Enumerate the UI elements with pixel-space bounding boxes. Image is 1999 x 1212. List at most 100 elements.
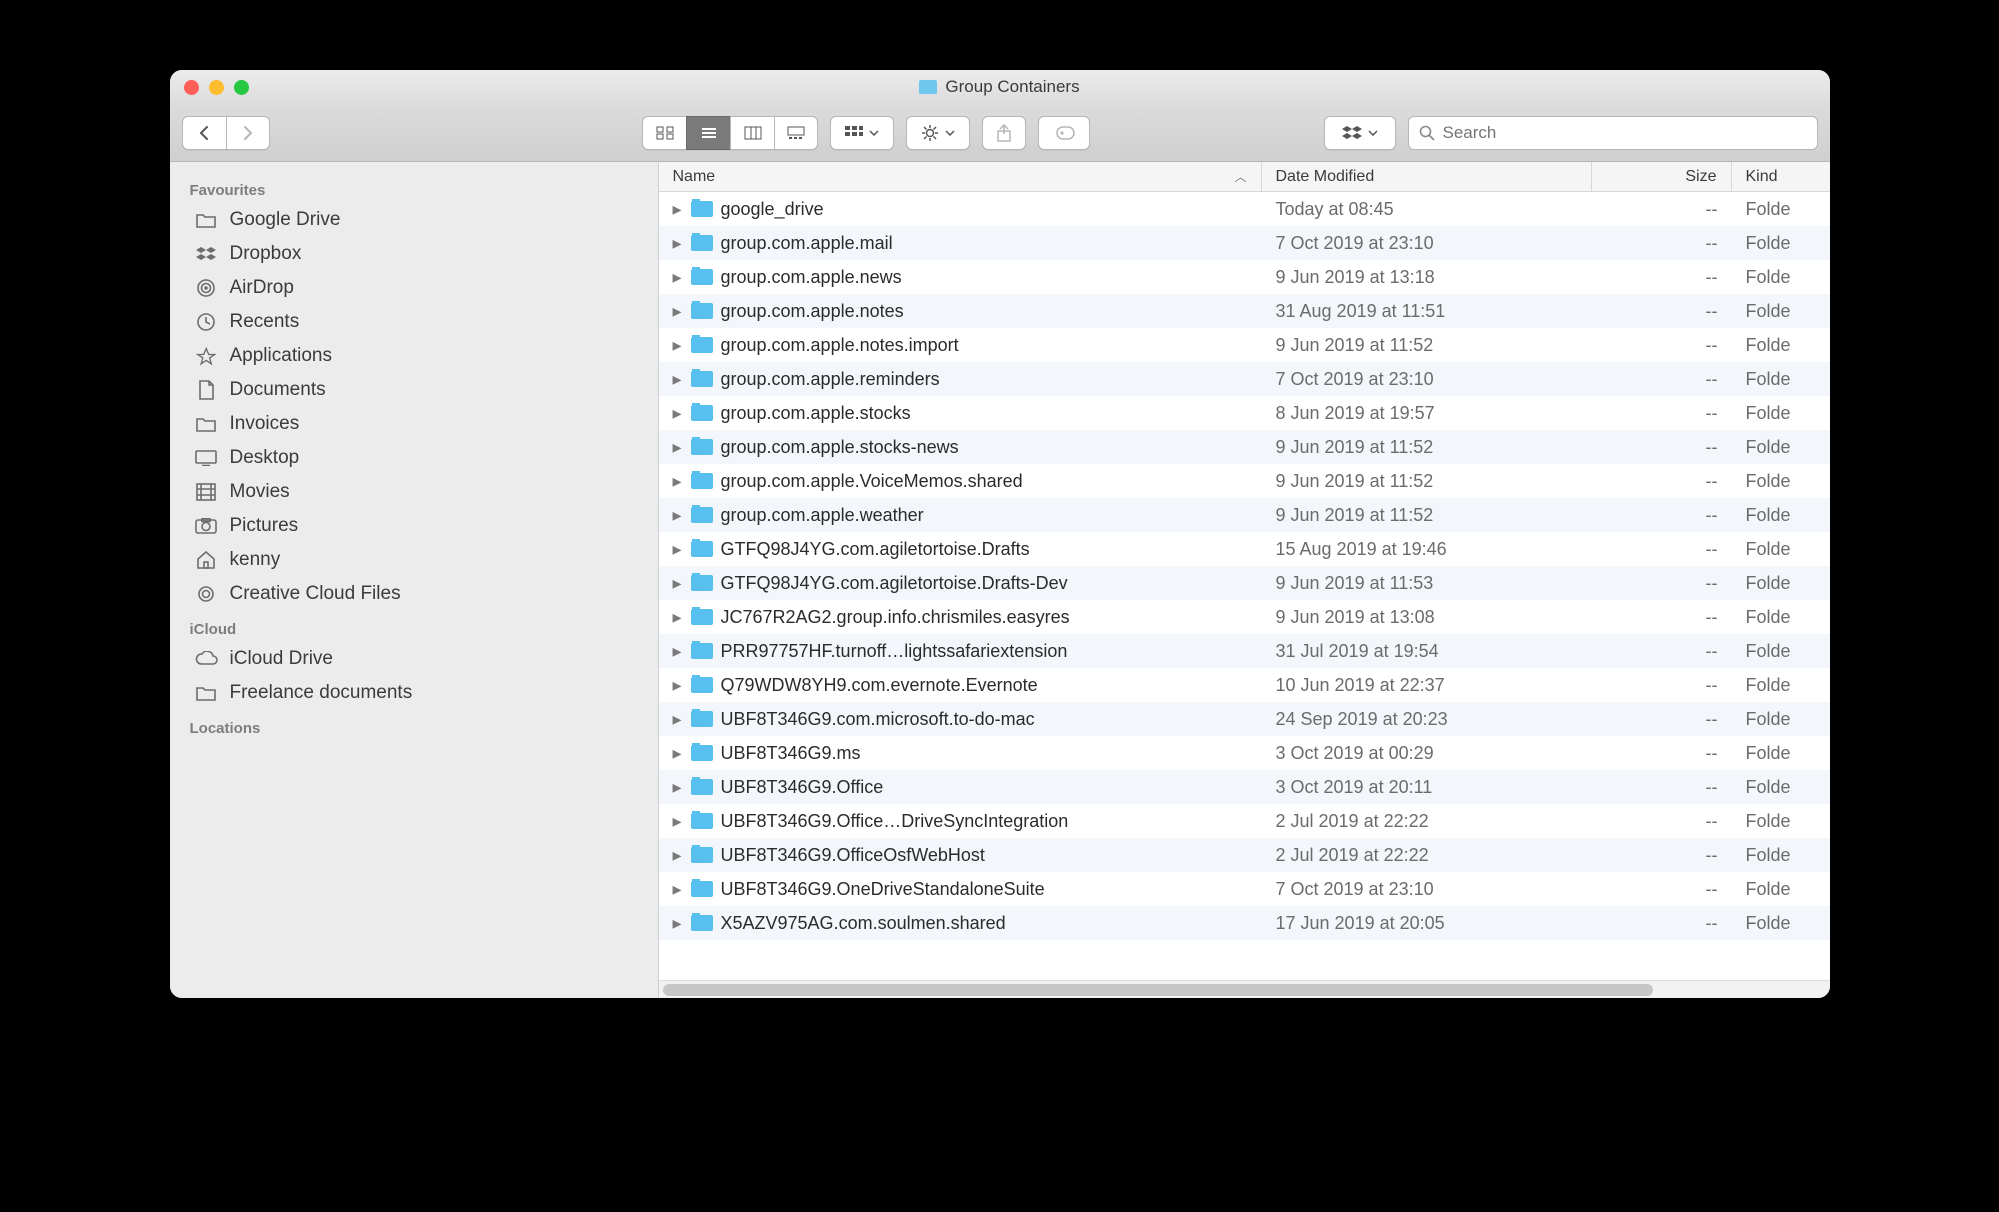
file-name: group.com.apple.reminders — [721, 369, 940, 390]
scrollbar-thumb[interactable] — [663, 984, 1653, 996]
column-header-date[interactable]: Date Modified — [1262, 162, 1592, 191]
disclosure-triangle-icon[interactable]: ▸ — [673, 505, 683, 526]
folder-icon — [691, 507, 713, 523]
file-size: -- — [1592, 607, 1732, 628]
file-kind: Folde — [1732, 743, 1830, 764]
disclosure-triangle-icon[interactable]: ▸ — [673, 675, 683, 696]
dropbox-toolbar-button[interactable] — [1324, 116, 1396, 150]
column-header-name[interactable]: Name ︿ — [659, 162, 1262, 191]
table-row[interactable]: ▸group.com.apple.stocks-news9 Jun 2019 a… — [659, 430, 1830, 464]
view-columns-button[interactable] — [730, 116, 774, 150]
share-button[interactable] — [982, 116, 1026, 150]
file-date: 9 Jun 2019 at 11:53 — [1262, 573, 1592, 594]
table-row[interactable]: ▸UBF8T346G9.OneDriveStandaloneSuite7 Oct… — [659, 872, 1830, 906]
disclosure-triangle-icon[interactable]: ▸ — [673, 437, 683, 458]
sidebar-item-label: Applications — [230, 345, 332, 367]
disclosure-triangle-icon[interactable]: ▸ — [673, 369, 683, 390]
close-button[interactable] — [184, 80, 199, 95]
file-size: -- — [1592, 267, 1732, 288]
search-input[interactable] — [1443, 123, 1807, 143]
table-row[interactable]: ▸GTFQ98J4YG.com.agiletortoise.Drafts15 A… — [659, 532, 1830, 566]
chevron-down-icon — [1368, 130, 1378, 136]
sidebar: FavouritesGoogle DriveDropboxAirDropRece… — [170, 162, 659, 998]
disclosure-triangle-icon[interactable]: ▸ — [673, 641, 683, 662]
disclosure-triangle-icon[interactable]: ▸ — [673, 845, 683, 866]
disclosure-triangle-icon[interactable]: ▸ — [673, 267, 683, 288]
forward-button[interactable] — [226, 116, 270, 150]
fullscreen-button[interactable] — [234, 80, 249, 95]
disclosure-triangle-icon[interactable]: ▸ — [673, 335, 683, 356]
arrange-button[interactable] — [830, 116, 894, 150]
table-row[interactable]: ▸group.com.apple.stocks8 Jun 2019 at 19:… — [659, 396, 1830, 430]
file-date: 17 Jun 2019 at 20:05 — [1262, 913, 1592, 934]
table-row[interactable]: ▸UBF8T346G9.com.microsoft.to-do-mac24 Se… — [659, 702, 1830, 736]
sidebar-item-label: Dropbox — [230, 243, 302, 265]
table-row[interactable]: ▸group.com.apple.VoiceMemos.shared9 Jun … — [659, 464, 1830, 498]
sidebar-item[interactable]: Recents — [170, 305, 658, 339]
sidebar-item[interactable]: Invoices — [170, 407, 658, 441]
disclosure-triangle-icon[interactable]: ▸ — [673, 709, 683, 730]
table-row[interactable]: ▸GTFQ98J4YG.com.agiletortoise.Drafts-Dev… — [659, 566, 1830, 600]
sidebar-item[interactable]: Pictures — [170, 509, 658, 543]
sidebar-item[interactable]: Dropbox — [170, 237, 658, 271]
disclosure-triangle-icon[interactable]: ▸ — [673, 233, 683, 254]
view-list-button[interactable] — [686, 116, 730, 150]
disclosure-triangle-icon[interactable]: ▸ — [673, 301, 683, 322]
table-row[interactable]: ▸JC767R2AG2.group.info.chrismiles.easyre… — [659, 600, 1830, 634]
table-row[interactable]: ▸UBF8T346G9.Office…DriveSyncIntegration2… — [659, 804, 1830, 838]
table-row[interactable]: ▸Q79WDW8YH9.com.evernote.Evernote10 Jun … — [659, 668, 1830, 702]
action-button[interactable] — [906, 116, 970, 150]
sidebar-item[interactable]: Documents — [170, 373, 658, 407]
disclosure-triangle-icon[interactable]: ▸ — [673, 913, 683, 934]
sidebar-item[interactable]: AirDrop — [170, 271, 658, 305]
table-row[interactable]: ▸UBF8T346G9.OfficeOsfWebHost2 Jul 2019 a… — [659, 838, 1830, 872]
tags-button[interactable] — [1038, 116, 1090, 150]
disclosure-triangle-icon[interactable]: ▸ — [673, 199, 683, 220]
disclosure-triangle-icon[interactable]: ▸ — [673, 403, 683, 424]
disclosure-triangle-icon[interactable]: ▸ — [673, 879, 683, 900]
file-size: -- — [1592, 233, 1732, 254]
table-row[interactable]: ▸google_driveToday at 08:45--Folde — [659, 192, 1830, 226]
disclosure-triangle-icon[interactable]: ▸ — [673, 777, 683, 798]
sidebar-item[interactable]: Freelance documents — [170, 676, 658, 710]
disclosure-triangle-icon[interactable]: ▸ — [673, 539, 683, 560]
file-name: UBF8T346G9.Office — [721, 777, 884, 798]
sidebar-item[interactable]: Creative Cloud Files — [170, 577, 658, 611]
file-date: 9 Jun 2019 at 11:52 — [1262, 505, 1592, 526]
table-row[interactable]: ▸group.com.apple.notes31 Aug 2019 at 11:… — [659, 294, 1830, 328]
view-gallery-button[interactable] — [774, 116, 818, 150]
table-row[interactable]: ▸group.com.apple.notes.import9 Jun 2019 … — [659, 328, 1830, 362]
file-date: Today at 08:45 — [1262, 199, 1592, 220]
sidebar-item[interactable]: Desktop — [170, 441, 658, 475]
table-row[interactable]: ▸PRR97757HF.turnoff…lightssafariextensio… — [659, 634, 1830, 668]
table-row[interactable]: ▸group.com.apple.weather9 Jun 2019 at 11… — [659, 498, 1830, 532]
column-header-kind[interactable]: Kind — [1732, 162, 1830, 191]
column-header-size[interactable]: Size — [1592, 162, 1732, 191]
sidebar-item[interactable]: Applications — [170, 339, 658, 373]
table-row[interactable]: ▸group.com.apple.mail7 Oct 2019 at 23:10… — [659, 226, 1830, 260]
sidebar-item[interactable]: iCloud Drive — [170, 642, 658, 676]
table-row[interactable]: ▸UBF8T346G9.ms3 Oct 2019 at 00:29--Folde — [659, 736, 1830, 770]
sidebar-item[interactable]: Google Drive — [170, 203, 658, 237]
apps-icon — [194, 346, 218, 366]
disclosure-triangle-icon[interactable]: ▸ — [673, 743, 683, 764]
disclosure-triangle-icon[interactable]: ▸ — [673, 607, 683, 628]
table-row[interactable]: ▸group.com.apple.reminders7 Oct 2019 at … — [659, 362, 1830, 396]
file-date: 24 Sep 2019 at 20:23 — [1262, 709, 1592, 730]
disclosure-triangle-icon[interactable]: ▸ — [673, 573, 683, 594]
table-row[interactable]: ▸UBF8T346G9.Office3 Oct 2019 at 20:11--F… — [659, 770, 1830, 804]
minimize-button[interactable] — [209, 80, 224, 95]
file-size: -- — [1592, 539, 1732, 560]
sidebar-item[interactable]: kenny — [170, 543, 658, 577]
sidebar-item[interactable]: Movies — [170, 475, 658, 509]
back-button[interactable] — [182, 116, 226, 150]
horizontal-scrollbar[interactable] — [659, 980, 1830, 998]
table-row[interactable]: ▸X5AZV975AG.com.soulmen.shared17 Jun 201… — [659, 906, 1830, 940]
folder-icon — [691, 881, 713, 897]
view-icons-button[interactable] — [642, 116, 686, 150]
search-field[interactable] — [1408, 116, 1818, 150]
folder-icon — [919, 80, 937, 94]
disclosure-triangle-icon[interactable]: ▸ — [673, 471, 683, 492]
table-row[interactable]: ▸group.com.apple.news9 Jun 2019 at 13:18… — [659, 260, 1830, 294]
disclosure-triangle-icon[interactable]: ▸ — [673, 811, 683, 832]
